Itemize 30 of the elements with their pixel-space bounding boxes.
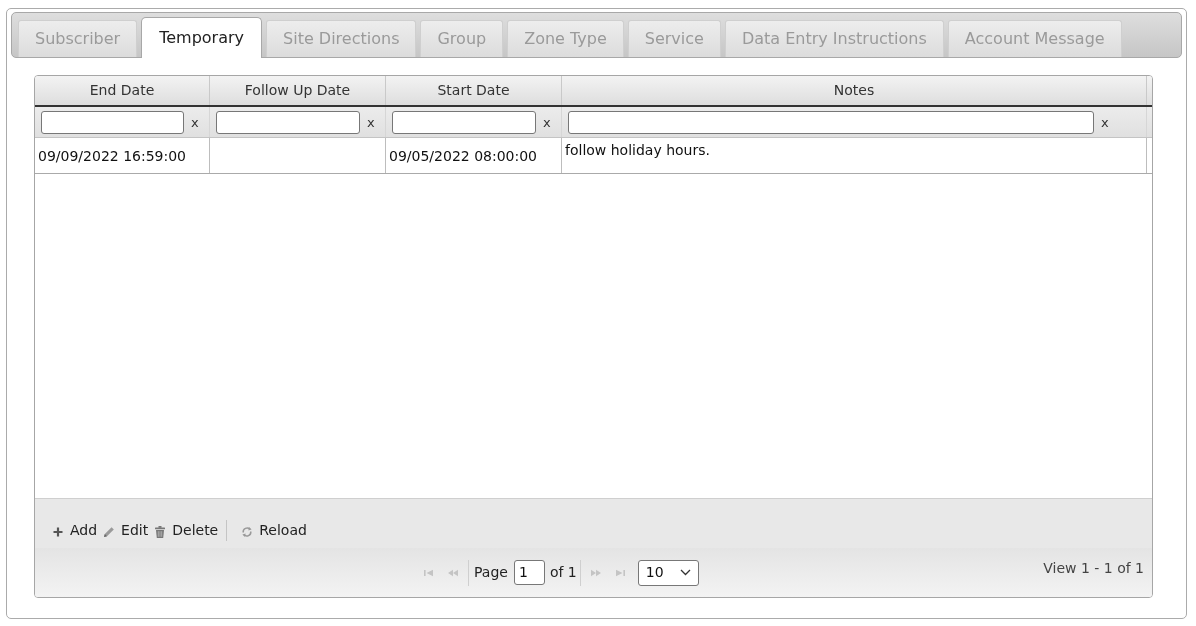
filter-field[interactable]: [392, 110, 536, 134]
reload-icon: [241, 525, 254, 538]
page-label: Page: [474, 563, 508, 582]
filter-field[interactable]: [568, 110, 1094, 134]
page-size-select[interactable]: 10: [637, 559, 699, 586]
record-count-label: View 1 - 1 of 1: [1043, 559, 1144, 578]
clear-filter-button[interactable]: x: [191, 115, 199, 129]
filter-field[interactable]: [216, 110, 360, 134]
plus-icon: [52, 525, 64, 538]
table-cell: follow holiday hours.: [562, 138, 1147, 173]
clear-filter-button[interactable]: x: [367, 115, 375, 129]
page-number-field[interactable]: 1: [513, 560, 545, 585]
column-header[interactable]: Notes: [562, 76, 1147, 105]
trash-icon: [154, 525, 167, 538]
clear-filter-button[interactable]: x: [543, 115, 551, 129]
delete-button[interactable]: Delete: [151, 519, 222, 541]
clear-filter-button[interactable]: x: [1101, 115, 1109, 129]
column-header[interactable]: Start Date: [386, 76, 562, 105]
column-header[interactable]: End Date: [35, 76, 210, 105]
column-header[interactable]: Follow Up Date: [210, 76, 386, 105]
chevron-down-icon: [679, 569, 691, 576]
filter-field[interactable]: [41, 110, 184, 134]
table-cell: 09/09/2022 16:59:00: [35, 138, 210, 173]
table-cell: 09/05/2022 08:00:00: [386, 138, 562, 173]
add-button[interactable]: Add: [49, 519, 101, 541]
edit-button[interactable]: Edit: [100, 519, 152, 541]
tab[interactable]: Temporary: [141, 17, 263, 58]
reload-button[interactable]: Reload: [226, 519, 310, 541]
page-count-label: of 1: [549, 563, 577, 582]
pencil-icon: [103, 525, 116, 538]
